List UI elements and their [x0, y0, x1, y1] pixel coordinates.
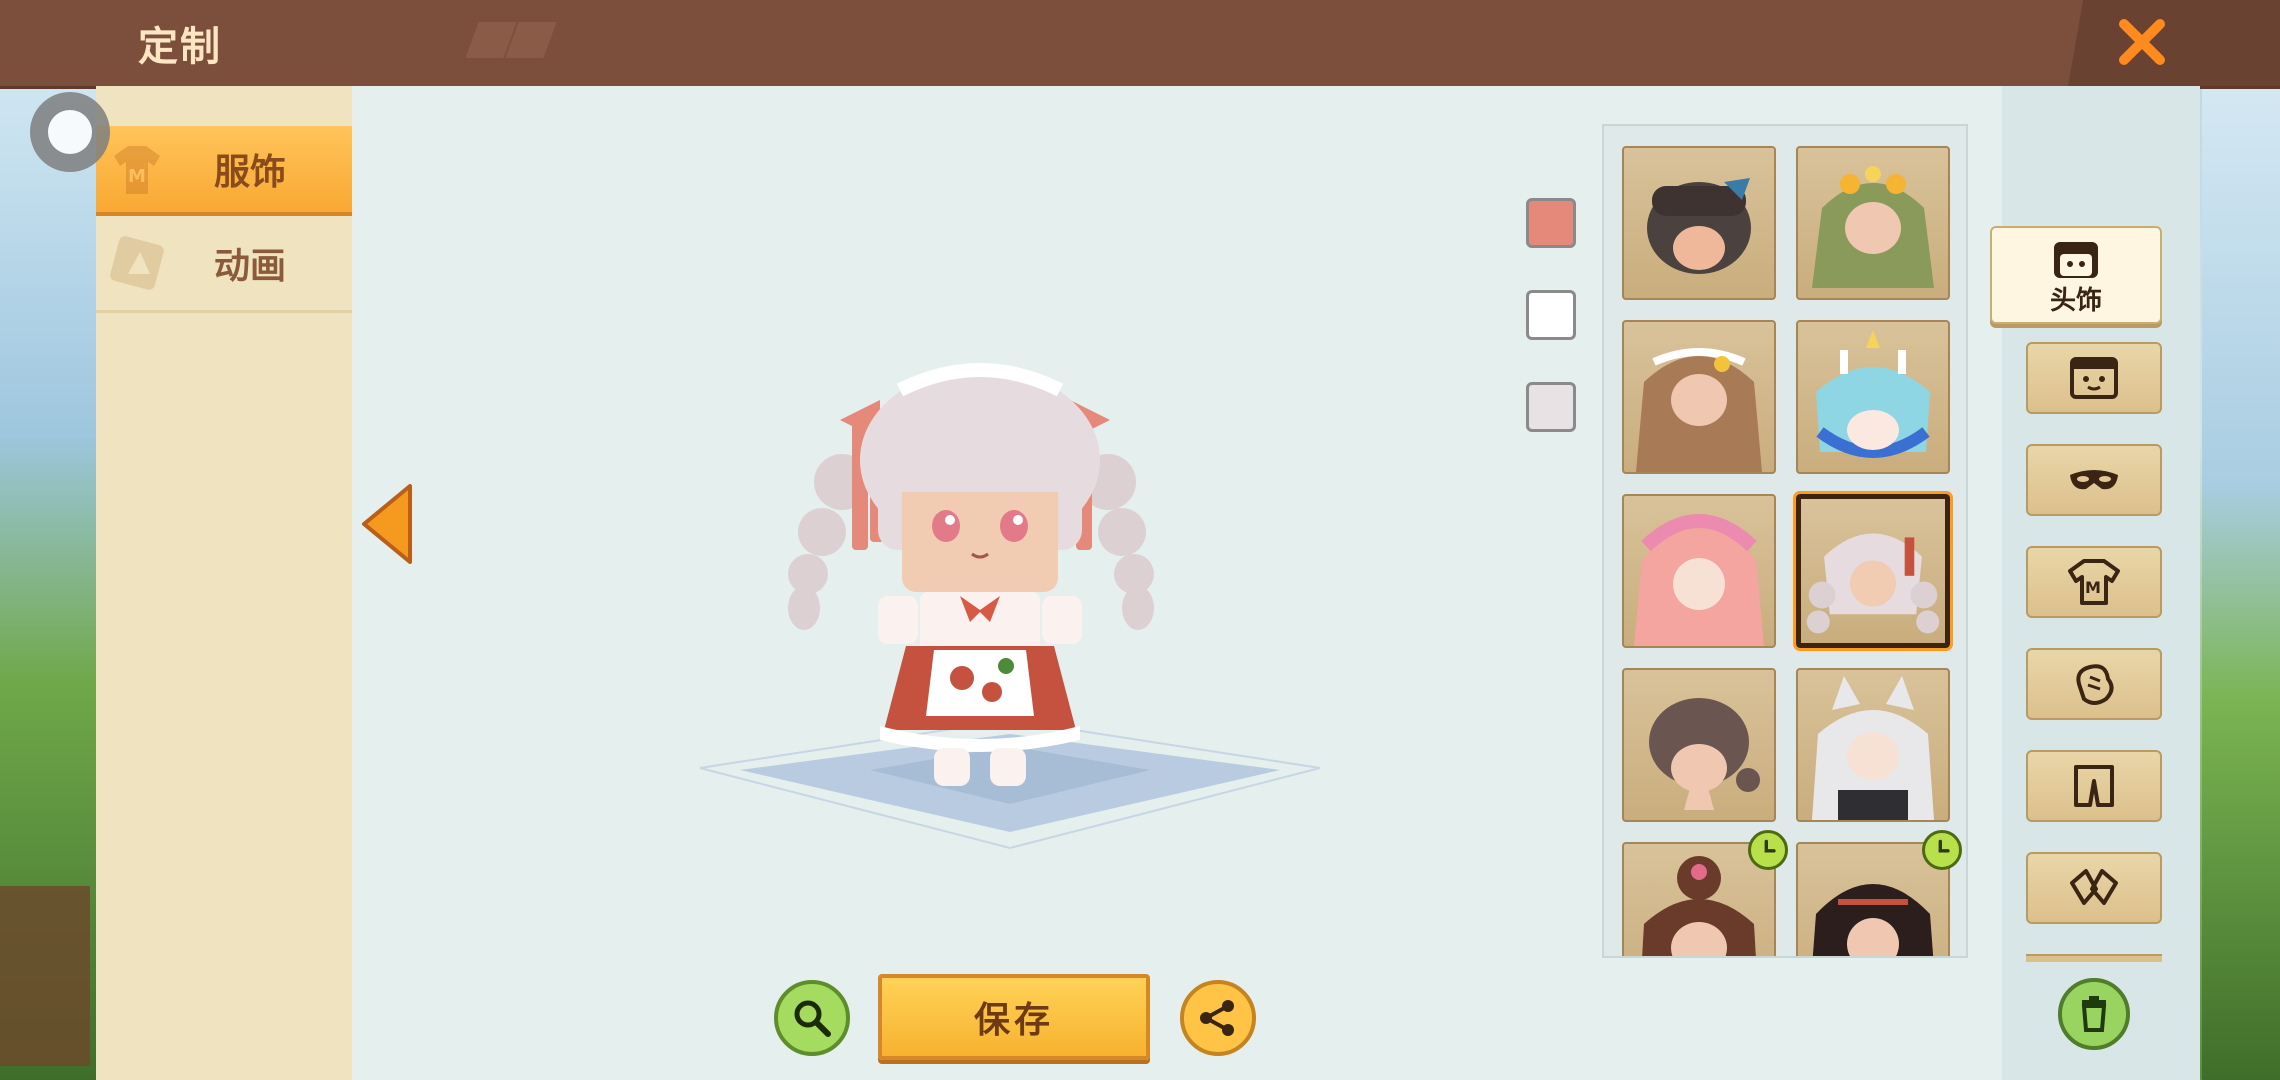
svg-text:M: M: [2085, 578, 2101, 597]
tab-clothing-label: 服饰: [214, 152, 287, 193]
close-zone: [2068, 0, 2280, 86]
record-button[interactable]: [30, 92, 110, 172]
background-scenery-right: [2202, 86, 2280, 1080]
glove-icon: [2076, 664, 2114, 705]
item-blue-crystal-hair[interactable]: [1796, 320, 1950, 474]
svg-text:M: M: [128, 166, 146, 187]
head-icon: [2054, 241, 2098, 278]
hair-preview-icon: [1636, 348, 1762, 472]
category-face[interactable]: [2026, 342, 2162, 414]
item-grid: [1602, 124, 1968, 958]
share-button[interactable]: [1180, 980, 1256, 1056]
hair-preview-icon: [1816, 330, 1930, 458]
color-swatch-salmon[interactable]: [1526, 198, 1576, 248]
left-panel: M 服饰 动画: [96, 86, 352, 1080]
hair-preview-icon: [1647, 178, 1751, 274]
zoom-button[interactable]: [774, 980, 850, 1056]
top-bar: 定制: [0, 0, 2280, 86]
tab-animation[interactable]: 动画: [96, 220, 352, 306]
item-white-cat-ears[interactable]: [1796, 668, 1950, 822]
trash-icon: [2081, 996, 2107, 1032]
category-headwear-label: 头饰: [2049, 285, 2102, 316]
delete-button[interactable]: [2058, 978, 2130, 1050]
color-swatch-white[interactable]: [1526, 290, 1576, 340]
item-white-braid-ribbon[interactable]: [1793, 491, 1953, 651]
collapse-arrow-icon[interactable]: [358, 482, 418, 566]
share-icon: [1200, 1000, 1234, 1036]
close-button[interactable]: [2110, 10, 2174, 74]
category-more-hint: [2026, 954, 2162, 962]
item-pink-bonnet-hair[interactable]: [1622, 494, 1776, 648]
character-avatar[interactable]: [770, 360, 1190, 800]
item-brown-wavy-flower[interactable]: [1622, 320, 1776, 474]
save-button-label: 保存: [973, 1000, 1054, 1041]
magnifier-icon: [794, 1000, 831, 1037]
category-headwear[interactable]: 头饰: [1990, 226, 2162, 324]
mask-icon: [2070, 470, 2118, 490]
item-green-flower-hair[interactable]: [1796, 146, 1950, 300]
shirt-m-icon: M: [2068, 559, 2120, 605]
page-title: 定制: [138, 24, 222, 70]
animation-icon: [110, 236, 164, 290]
divider: [96, 310, 352, 313]
close-icon: [2119, 19, 2165, 65]
category-pants[interactable]: [2026, 750, 2162, 822]
background-scenery-left: [0, 86, 96, 1080]
category-mask[interactable]: [2026, 444, 2162, 516]
hair-preview-icon: [1634, 514, 1764, 646]
tab-clothing[interactable]: M 服饰: [96, 126, 352, 212]
save-button[interactable]: 保存: [878, 974, 1150, 1060]
shirt-icon: M: [114, 146, 160, 194]
category-gloves[interactable]: [2026, 648, 2162, 720]
record-icon: [48, 110, 92, 154]
item-dark-bob-hat[interactable]: [1622, 146, 1776, 300]
timer-icon: [1748, 830, 1788, 870]
category-top[interactable]: M: [2026, 546, 2162, 618]
hair-preview-icon: [1812, 166, 1934, 288]
hair-preview-icon: [1812, 676, 1934, 820]
face-icon: [2070, 357, 2118, 399]
tab-animation-label: 动画: [214, 246, 287, 287]
category-shoes[interactable]: [2026, 852, 2162, 924]
hair-preview-icon: [1806, 533, 1940, 634]
shoes-icon: [2070, 869, 2118, 905]
hair-preview-icon: [1649, 698, 1760, 810]
timer-icon: [1922, 830, 1962, 870]
color-swatch-light-gray[interactable]: [1526, 382, 1576, 432]
item-brown-short-hair[interactable]: [1622, 668, 1776, 822]
pants-icon: [2074, 765, 2114, 807]
